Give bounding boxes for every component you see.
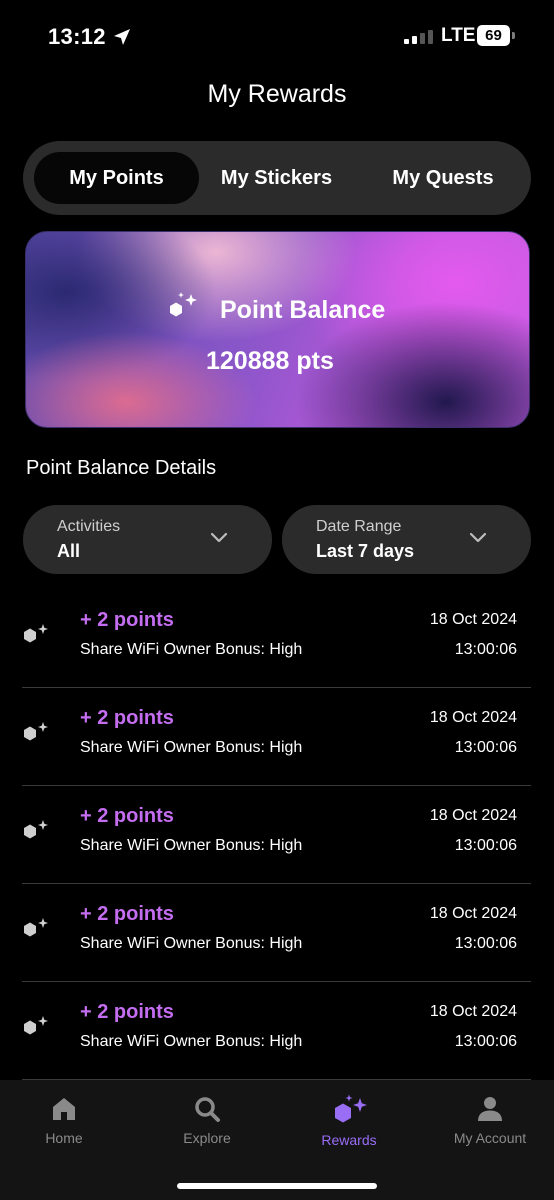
home-icon [53, 1098, 75, 1120]
nav-rewards[interactable]: Rewards [289, 1094, 409, 1148]
sparkle-cube-icon [24, 918, 48, 937]
activity-time: 13:00:06 [454, 935, 517, 952]
page-title: My Rewards [207, 80, 347, 108]
network-type: LTE [441, 25, 476, 46]
sparkle-cube-icon [24, 722, 48, 741]
activity-description: Share WiFi Owner Bonus: High [80, 739, 303, 756]
activity-date: 18 Oct 2024 [429, 905, 517, 922]
point-balance-value: 120888 pts [206, 347, 334, 375]
sparkle-cube-icon [24, 624, 48, 643]
point-balance-title: Point Balance [220, 296, 386, 324]
activity-description: Share WiFi Owner Bonus: High [80, 1033, 303, 1050]
activity-time: 13:00:06 [454, 837, 517, 854]
activity-date: 18 Oct 2024 [429, 611, 517, 628]
nav-rewards-label: Rewards [321, 1132, 377, 1148]
sparkle-cube-icon [170, 292, 197, 317]
activity-points: + 2 points [80, 903, 174, 925]
battery-icon: 69 [477, 25, 515, 46]
activity-points: + 2 points [80, 707, 174, 729]
chevron-down-icon [210, 532, 228, 543]
nav-my-account[interactable]: My Account [430, 1094, 550, 1146]
tab-my-quests[interactable]: My Quests [363, 152, 523, 204]
activity-list-item[interactable]: + 2 points Share WiFi Owner Bonus: High … [22, 687, 531, 786]
date-range-filter-dropdown[interactable]: Date Range Last 7 days [282, 505, 531, 574]
tab-bar: My Points My Stickers My Quests [23, 141, 531, 215]
nav-home-label: Home [45, 1130, 83, 1146]
activity-list-item[interactable]: + 2 points Share WiFi Owner Bonus: High … [22, 883, 531, 982]
person-icon [478, 1097, 502, 1121]
activity-list-item[interactable]: + 2 points Share WiFi Owner Bonus: High … [22, 981, 531, 1080]
sparkle-cube-icon [335, 1094, 367, 1123]
date-range-filter-label: Date Range [316, 518, 402, 535]
activity-points: + 2 points [80, 1001, 174, 1023]
activity-time: 13:00:06 [454, 1033, 517, 1050]
activities-filter-dropdown[interactable]: Activities All [23, 505, 272, 574]
status-bar: 13:12 LTE 69 [0, 0, 554, 70]
activity-points: + 2 points [80, 609, 174, 631]
activities-filter-label: Activities [57, 518, 121, 535]
activity-description: Share WiFi Owner Bonus: High [80, 641, 303, 658]
chevron-down-icon [469, 532, 487, 543]
section-title: Point Balance Details [26, 457, 217, 479]
point-balance-card: Point Balance 120888 pts [25, 231, 530, 428]
nav-explore-label: Explore [183, 1130, 231, 1146]
search-icon [195, 1097, 220, 1122]
activity-list-item[interactable]: + 2 points Share WiFi Owner Bonus: High … [22, 589, 531, 688]
activities-filter-value: All [57, 541, 81, 561]
activity-time: 13:00:06 [454, 739, 517, 756]
signal-icon [404, 30, 433, 44]
activity-list-item[interactable]: + 2 points Share WiFi Owner Bonus: High … [22, 785, 531, 884]
nav-my-account-label: My Account [453, 1130, 527, 1146]
nav-home[interactable]: Home [4, 1094, 124, 1146]
activity-description: Share WiFi Owner Bonus: High [80, 837, 303, 854]
tab-my-points[interactable]: My Points [34, 152, 199, 204]
tab-my-stickers[interactable]: My Stickers [203, 152, 350, 204]
status-time: 13:12 [48, 24, 106, 49]
activity-points: + 2 points [80, 805, 174, 827]
activity-date: 18 Oct 2024 [429, 1003, 517, 1020]
activity-date: 18 Oct 2024 [429, 709, 517, 726]
activity-time: 13:00:06 [454, 641, 517, 658]
date-range-filter-value: Last 7 days [316, 541, 415, 561]
activity-date: 18 Oct 2024 [429, 807, 517, 824]
activity-description: Share WiFi Owner Bonus: High [80, 935, 303, 952]
home-indicator[interactable] [177, 1183, 377, 1189]
location-arrow-icon [114, 29, 130, 45]
nav-explore[interactable]: Explore [147, 1094, 267, 1146]
bottom-nav: Home Explore Rewards My Account [0, 1080, 554, 1200]
sparkle-cube-icon [24, 1016, 48, 1035]
sparkle-cube-icon [24, 820, 48, 839]
